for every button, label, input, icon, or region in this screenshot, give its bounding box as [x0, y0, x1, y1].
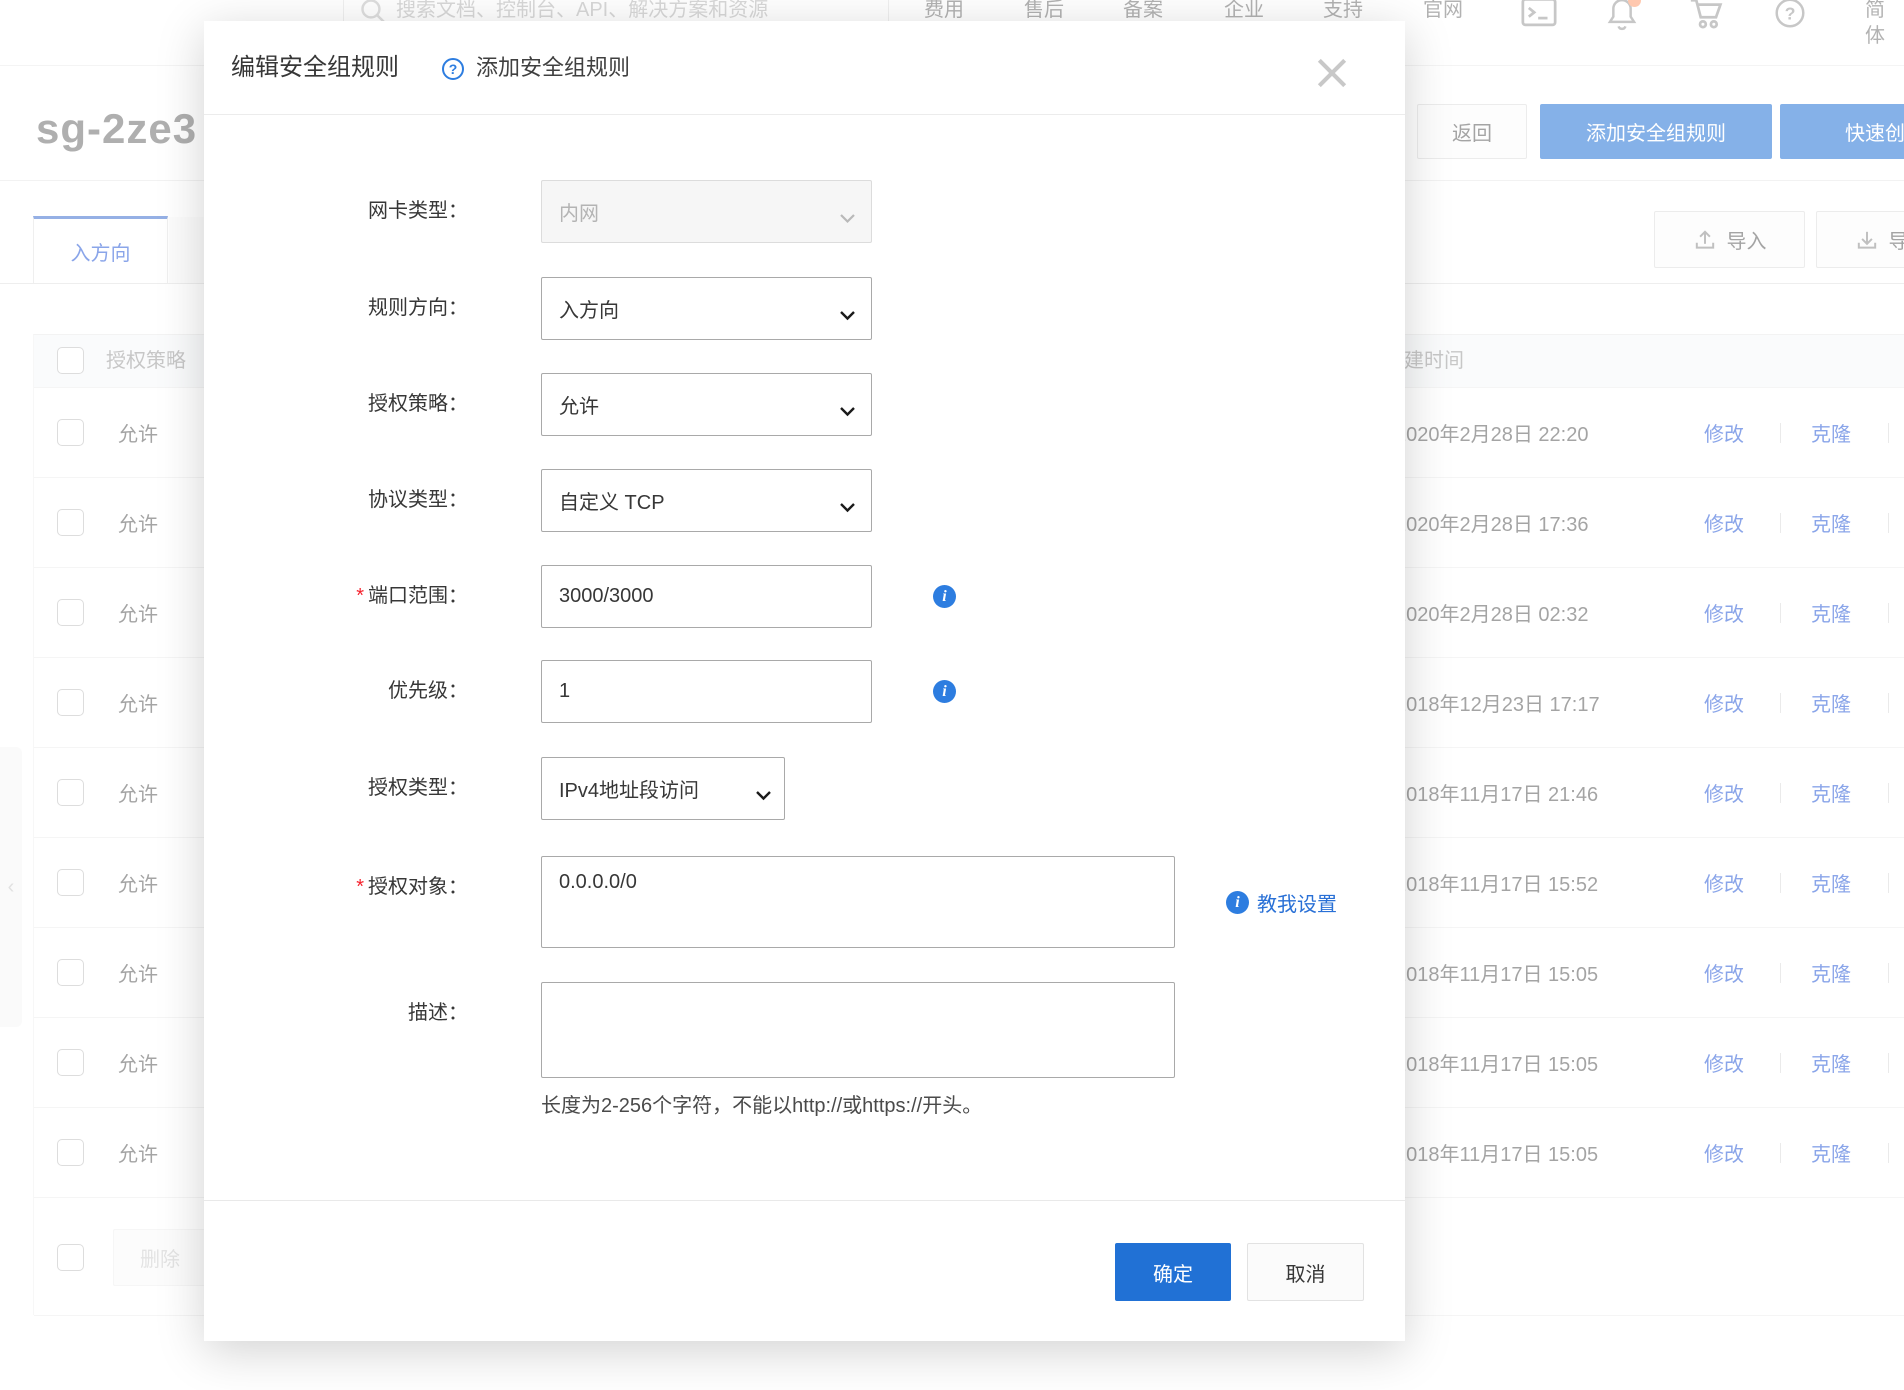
description-textarea[interactable] — [541, 982, 1175, 1078]
dialog-header: 编辑安全组规则 ? 添加安全组规则 — [204, 21, 1405, 115]
auth-type-select[interactable]: IPv4地址段访问 — [541, 757, 785, 820]
field-label: * 端口范围： — [356, 585, 468, 607]
field-row-direction: 规则方向： 入方向 — [204, 277, 1405, 340]
dialog-subtitle: 添加安全组规则 — [476, 55, 631, 80]
priority-input[interactable] — [541, 660, 872, 723]
field-label: 授权策略： — [368, 393, 468, 415]
dialog-title: 编辑安全组规则 — [231, 54, 399, 81]
field-row-auth-object: * 授权对象： 0.0.0.0/0 i 教我设置 — [204, 856, 1405, 948]
chevron-down-icon — [755, 784, 772, 807]
chevron-down-icon — [839, 304, 856, 327]
help-circle-icon[interactable]: ? — [442, 58, 464, 80]
policy-select[interactable]: 允许 — [541, 373, 872, 436]
description-hint: 长度为2-256个字符，不能以http://或https://开头。 — [541, 1095, 983, 1117]
field-row-priority: 优先级： i — [204, 660, 1405, 723]
port-range-input[interactable] — [541, 565, 872, 628]
direction-select[interactable]: 入方向 — [541, 277, 872, 340]
required-asterisk: * — [356, 585, 364, 607]
field-row-nic-type: 网卡类型： 内网 — [204, 180, 1405, 243]
info-icon[interactable]: i — [933, 585, 956, 608]
edit-security-group-rule-dialog: 编辑安全组规则 ? 添加安全组规则 网卡类型： 内网 规则方向： 入方向 授权策… — [204, 21, 1405, 1341]
protocol-select[interactable]: 自定义 TCP — [541, 469, 872, 532]
field-label: 授权类型： — [368, 777, 468, 799]
field-label: 网卡类型： — [368, 200, 468, 222]
nic-type-select: 内网 — [541, 180, 872, 243]
field-row-policy: 授权策略： 允许 — [204, 373, 1405, 436]
field-row-description: 描述： — [204, 982, 1405, 1078]
info-icon[interactable]: i — [1226, 891, 1249, 914]
field-row-protocol: 协议类型： 自定义 TCP — [204, 469, 1405, 532]
chevron-down-icon — [839, 400, 856, 423]
info-icon[interactable]: i — [933, 680, 956, 703]
confirm-button[interactable]: 确定 — [1115, 1243, 1231, 1301]
field-row-auth-type: 授权类型： IPv4地址段访问 — [204, 757, 1405, 820]
chevron-down-icon — [839, 496, 856, 519]
required-asterisk: * — [356, 876, 364, 898]
field-label: * 授权对象： — [356, 876, 468, 898]
field-label: 描述： — [408, 1002, 468, 1024]
teach-me-link[interactable]: 教我设置 — [1257, 856, 1337, 948]
chevron-down-icon — [839, 207, 856, 230]
auth-object-textarea[interactable]: 0.0.0.0/0 — [541, 856, 1175, 948]
field-row-port-range: *端口范围： i — [204, 565, 1405, 628]
cancel-button[interactable]: 取消 — [1247, 1243, 1364, 1301]
field-label: 规则方向： — [368, 297, 468, 319]
field-label: 协议类型： — [368, 489, 468, 511]
footer-divider — [204, 1200, 1405, 1201]
close-icon[interactable] — [1306, 47, 1358, 99]
field-label: 优先级： — [388, 680, 468, 702]
